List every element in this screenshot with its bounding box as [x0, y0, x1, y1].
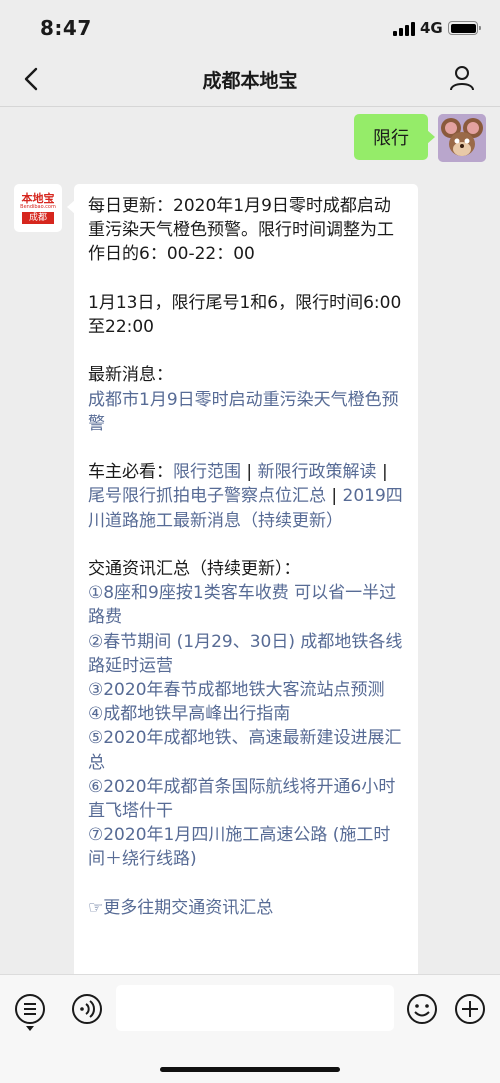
- sent-message-text: 限行: [373, 128, 409, 149]
- separator: |: [376, 462, 388, 483]
- sent-message-bubble[interactable]: 限行: [354, 114, 435, 160]
- menu-icon[interactable]: [14, 993, 46, 1033]
- input-bar: [0, 974, 500, 1083]
- traffic-link-3[interactable]: ③2020年春节成都地铁大客流站点预测: [88, 680, 385, 700]
- emoji-icon[interactable]: [406, 993, 438, 1025]
- network-label: 4G: [420, 19, 443, 37]
- logo-domain: Bendibao.com: [20, 204, 56, 210]
- plus-icon[interactable]: [454, 993, 486, 1025]
- owners-label: 车主必看：: [88, 462, 173, 483]
- news-label: 最新消息：: [88, 365, 173, 386]
- status-bar: 8:47 4G: [0, 0, 500, 52]
- traffic-link-2[interactable]: ②春节期间 (1月29、30日) 成都地铁各线路延时运营: [88, 632, 402, 676]
- owners-link-policy[interactable]: 新限行政策解读: [258, 462, 377, 482]
- separator: |: [326, 486, 343, 507]
- traffic-label: 交通资讯汇总（持续更新）：: [88, 558, 301, 579]
- traffic-link-4[interactable]: ④成都地铁早高峰出行指南: [88, 704, 290, 724]
- mouse-avatar-icon: [438, 114, 486, 162]
- chat-title: 成都本地宝: [202, 70, 298, 92]
- nav-divider: [0, 106, 500, 107]
- profile-icon[interactable]: [448, 64, 476, 92]
- more-traffic-link[interactable]: ☞更多往期交通资讯汇总: [88, 898, 273, 918]
- owners-link-camera[interactable]: 尾号限行抓拍电子警察点位汇总: [88, 486, 326, 506]
- traffic-link-1[interactable]: ①8座和9座按1类客车收费 可以省一半过路费: [88, 583, 396, 627]
- traffic-link-7[interactable]: ⑦2020年1月四川施工高速公路 (施工时间＋绕行线路): [88, 825, 390, 869]
- account-avatar[interactable]: 本地宝 Bendibao.com 成都: [14, 184, 62, 232]
- reply-today: 1月13日，限行尾号1和6，限行时间6:00至22:00: [88, 292, 402, 337]
- status-time: 8:47: [40, 16, 92, 40]
- news-link[interactable]: 成都市1月9日零时启动重污染天气橙色预警: [88, 390, 399, 434]
- logo-city: 成都: [22, 212, 54, 224]
- user-avatar[interactable]: [438, 114, 486, 162]
- message-input[interactable]: [116, 985, 394, 1031]
- battery-icon: [448, 21, 481, 35]
- separator: |: [241, 462, 258, 483]
- owners-paragraph: 车主必看：限行范围 | 新限行政策解读 | 尾号限行抓拍电子警察点位汇总 | 2…: [88, 460, 404, 533]
- traffic-link-6[interactable]: ⑥2020年成都首条国际航线将开通6小时直飞塔什干: [88, 777, 395, 821]
- home-indicator: [160, 1067, 340, 1072]
- voice-icon[interactable]: [71, 993, 103, 1025]
- signal-icon: [393, 22, 417, 36]
- nav-bar: 成都本地宝: [0, 52, 500, 106]
- reply-intro: 每日更新：2020年1月9日零时成都启动重污染天气橙色预警。限行时间调整为工作日…: [88, 196, 394, 265]
- owners-link-scope[interactable]: 限行范围: [173, 462, 241, 482]
- traffic-link-5[interactable]: ⑤2020年成都地铁、高速最新建设进展汇总: [88, 728, 402, 772]
- reply-message-bubble: 每日更新：2020年1月9日零时成都启动重污染天气橙色预警。限行时间调整为工作日…: [67, 184, 418, 974]
